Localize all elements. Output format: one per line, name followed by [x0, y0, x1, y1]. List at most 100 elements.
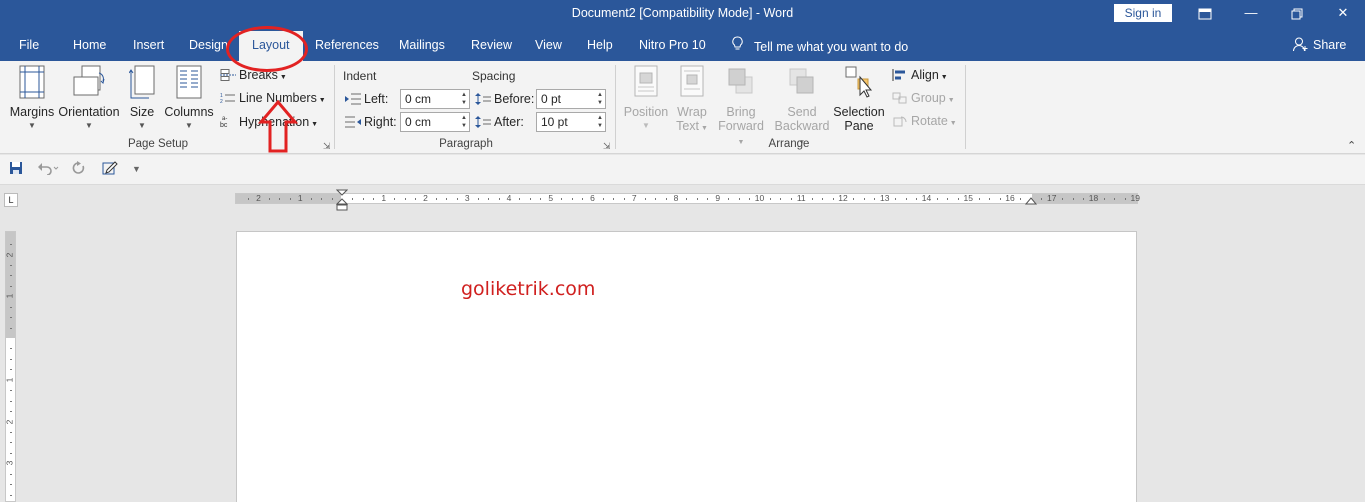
spinner-icon[interactable]: ▲ ▼ — [461, 91, 467, 107]
minimize-icon[interactable]: — — [1228, 0, 1274, 28]
ruler-tick — [1114, 198, 1116, 200]
collapse-ribbon-icon[interactable]: ⌃ — [1347, 139, 1356, 152]
align-button[interactable]: Align ▼ — [892, 68, 948, 82]
margins-icon — [16, 65, 48, 101]
hyphenation-button[interactable]: a-bc Hyphenation ▼ — [220, 114, 318, 129]
page-setup-launcher-icon[interactable]: ⇲ — [323, 141, 331, 152]
touch-mode-icon[interactable] — [102, 161, 118, 178]
wrap-text-label-2: Text — [676, 119, 700, 133]
ruler-label: 15 — [963, 193, 973, 203]
chevron-down-icon: ▼ — [28, 121, 36, 130]
indent-left-input[interactable]: 0 cm ▲ ▼ — [400, 89, 470, 109]
paragraph-launcher-icon[interactable]: ⇲ — [603, 141, 611, 152]
ruler-tick — [561, 198, 563, 200]
align-label: Align — [911, 68, 939, 82]
ruler-tick — [853, 198, 855, 200]
document-page[interactable]: goliketrik.com — [236, 231, 1137, 502]
sign-in-button[interactable]: Sign in — [1114, 4, 1172, 22]
ruler-tick — [602, 198, 604, 200]
ruler-tick — [769, 198, 771, 200]
line-numbers-button[interactable]: 1 2 Line Numbers ▼ — [220, 91, 326, 105]
indent-left-icon — [345, 93, 361, 105]
group-icon — [892, 92, 908, 104]
ruler-tick — [947, 198, 949, 200]
bring-forward-label-2: Forward — [718, 119, 764, 133]
ruler-tick — [10, 264, 12, 266]
group-separator — [965, 65, 966, 149]
horizontal-ruler[interactable]: 2 1 1 2 3 4 5 6 7 8 9 10 11 12 13 14 15 16 17 18 19 — [235, 193, 1140, 204]
first-line-indent-icon[interactable] — [336, 189, 348, 211]
size-button[interactable]: Size ▼ — [126, 65, 158, 131]
vertical-ruler[interactable]: 2 1 1 2 3 — [4, 231, 16, 502]
tab-help[interactable]: Help — [587, 38, 613, 52]
ruler-tick — [488, 198, 490, 200]
spacing-before-input[interactable]: 0 pt ▲ ▼ — [536, 89, 606, 109]
ruler-tick — [10, 473, 12, 475]
ruler-tick — [540, 198, 542, 200]
spacing-after-icon — [475, 116, 491, 128]
spinner-icon[interactable]: ▲ ▼ — [597, 114, 603, 130]
ruler-tick — [874, 198, 876, 200]
tab-design[interactable]: Design — [189, 38, 228, 52]
wrap-text-button[interactable]: Wrap Text ▼ — [672, 65, 712, 133]
tab-references[interactable]: References — [315, 38, 379, 52]
ruler-tick — [362, 198, 364, 200]
tab-home[interactable]: Home — [73, 38, 106, 52]
tab-layout[interactable]: Layout — [239, 31, 303, 61]
spinner-icon[interactable]: ▲ ▼ — [461, 114, 467, 130]
ruler-tick — [644, 198, 646, 200]
group-button[interactable]: Group ▼ — [892, 91, 955, 105]
orientation-button[interactable]: Orientation ▼ — [58, 65, 120, 131]
position-button[interactable]: Position ▼ — [622, 65, 670, 131]
columns-icon — [173, 65, 205, 101]
undo-icon[interactable] — [37, 161, 59, 178]
close-icon[interactable]: ✕ — [1320, 0, 1365, 28]
tab-view[interactable]: View — [535, 38, 562, 52]
document-text[interactable]: goliketrik.com — [461, 278, 595, 300]
ruler-label: 5 — [548, 193, 554, 203]
save-icon[interactable] — [9, 161, 23, 178]
ruler-label: 8 — [673, 193, 679, 203]
share-button[interactable]: Share — [1293, 37, 1346, 52]
arrange-group-label: Arrange — [768, 138, 810, 150]
ribbon-display-options-icon[interactable] — [1182, 0, 1228, 28]
tell-me-search[interactable]: Tell me what you want to do — [732, 36, 908, 54]
tab-review[interactable]: Review — [471, 38, 512, 52]
redo-icon[interactable] — [72, 161, 86, 178]
spinner-icon[interactable]: ▲ ▼ — [597, 91, 603, 107]
spacing-before-label: Before: — [494, 92, 535, 106]
ruler-tick — [895, 198, 897, 200]
tab-mailings[interactable]: Mailings — [399, 38, 445, 52]
ruler-tick — [728, 198, 730, 200]
spacing-after-input[interactable]: 10 pt ▲ ▼ — [536, 112, 606, 132]
margins-button[interactable]: Margins ▼ — [8, 65, 56, 131]
tab-file[interactable]: File — [19, 38, 39, 52]
tab-insert[interactable]: Insert — [133, 38, 164, 52]
group-separator — [615, 65, 616, 149]
restore-icon[interactable] — [1274, 0, 1320, 28]
breaks-button[interactable]: Breaks ▼ — [220, 68, 287, 82]
tab-nitro-pro[interactable]: Nitro Pro 10 — [639, 38, 706, 52]
share-label: Share — [1313, 38, 1347, 52]
right-indent-icon[interactable] — [1025, 196, 1037, 205]
ruler-tick — [655, 198, 657, 200]
bring-forward-button[interactable]: Bring Forward ▼ — [714, 65, 768, 147]
ruler-tick — [623, 198, 625, 200]
tab-selector-icon[interactable]: L — [4, 193, 18, 207]
indent-right-input[interactable]: 0 cm ▲ ▼ — [400, 112, 470, 132]
chevron-down-icon: ▼ — [642, 121, 650, 130]
customize-qat-icon[interactable]: ▼ — [132, 164, 141, 174]
indent-right-icon — [345, 116, 361, 128]
ruler-tick — [310, 198, 312, 200]
rotate-button[interactable]: Rotate ▼ — [892, 114, 957, 128]
selection-pane-button[interactable]: Selection Pane — [833, 65, 885, 133]
bring-forward-icon — [725, 65, 757, 101]
selection-pane-label-2: Pane — [844, 119, 874, 133]
ruler-tick — [446, 198, 448, 200]
columns-button[interactable]: Columns ▼ — [163, 65, 215, 131]
ruler-tick — [707, 198, 709, 200]
spacing-after-label-wrap: After: — [475, 115, 524, 129]
rotate-icon — [892, 115, 908, 127]
vertical-scrollbar[interactable] — [1351, 186, 1365, 502]
send-backward-button[interactable]: Send Backward ▼ — [771, 65, 833, 147]
